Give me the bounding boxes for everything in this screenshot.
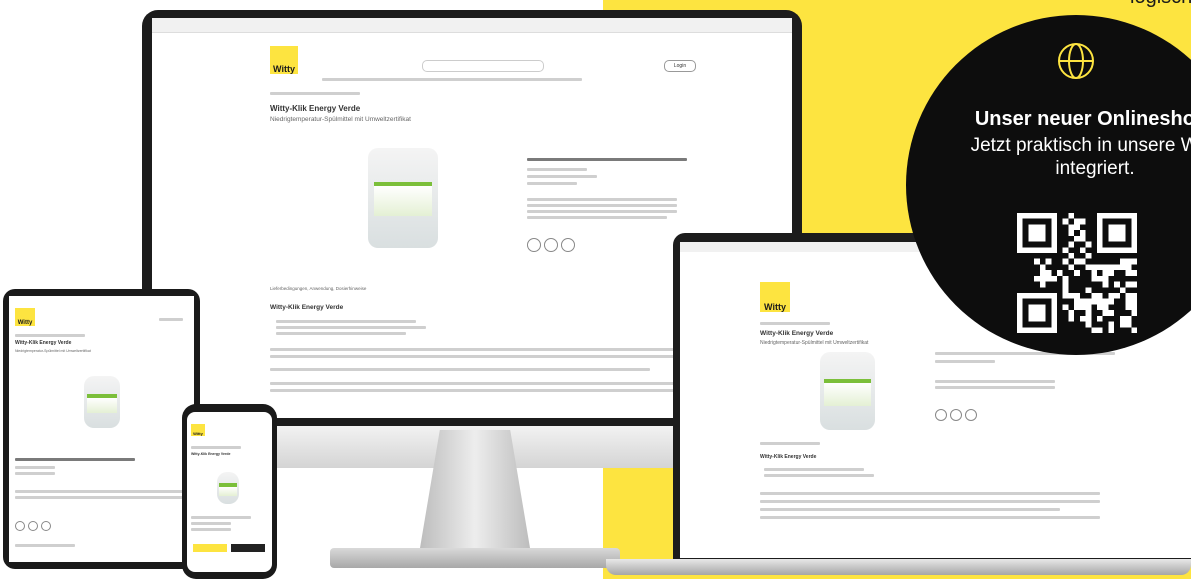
request-button[interactable] (231, 544, 265, 552)
hazard-icons (527, 238, 578, 257)
browser-toolbar (152, 18, 792, 33)
description-line (191, 516, 251, 519)
hazard-icons (935, 408, 980, 426)
login-button[interactable]: Login (664, 60, 696, 72)
bullet-line (764, 468, 864, 471)
product-image (84, 376, 120, 428)
body-line (270, 368, 650, 371)
body-line (760, 492, 1100, 495)
site-logo[interactable]: Witty (270, 46, 298, 74)
body-line (760, 500, 1100, 503)
product-image (368, 148, 438, 248)
spec-line (527, 168, 587, 171)
bullet-line (276, 320, 416, 323)
spec-heading (15, 458, 135, 461)
page-title: Witty-Klik Energy Verde (270, 104, 361, 113)
breadcrumb (270, 92, 360, 95)
qr-code-icon[interactable] (1017, 213, 1137, 333)
section-title: Witty-Klik Energy Verde (270, 304, 344, 311)
site-logo[interactable]: Witty (191, 424, 205, 436)
breadcrumb (15, 334, 85, 337)
bullet-line (764, 474, 874, 477)
breadcrumb (760, 322, 830, 325)
spec-line (527, 175, 597, 178)
tab-bar[interactable] (15, 544, 75, 547)
spec-line (15, 472, 55, 475)
body-line (760, 516, 1100, 519)
spec-line (527, 182, 577, 185)
description-line (935, 386, 1055, 389)
hazard-icons (15, 518, 54, 536)
spec-heading (527, 158, 687, 161)
bullet-line (276, 332, 406, 335)
site-logo[interactable]: Witty (760, 282, 790, 312)
badge-subtitle: Jetzt praktisch in unsere Web integriert… (970, 135, 1191, 179)
page-subtitle: Niedrigtemperatur-Spülmittel mit Umweltz… (15, 349, 91, 353)
page-subtitle: Niedrigtemperatur-Spülmittel mit Umweltz… (270, 116, 411, 123)
description-line (935, 380, 1055, 383)
badge-title: Unser neuer Onlineshop (974, 108, 1191, 130)
description-line (15, 490, 185, 493)
product-image (217, 472, 239, 504)
section-title: Witty-Klik Energy Verde (760, 454, 817, 460)
body-line (270, 348, 690, 351)
spec-line (15, 466, 55, 469)
spec-line (935, 360, 995, 363)
search-input[interactable] (422, 60, 544, 72)
body-line (270, 382, 690, 385)
login-button[interactable] (159, 318, 183, 321)
tab-bar[interactable] (760, 442, 820, 445)
description-line (527, 204, 677, 207)
bullet-line (276, 326, 426, 329)
tab-bar[interactable]: Lieferbedingungen, Anwendung, Dosierhinw… (270, 286, 366, 291)
body-line (760, 508, 1060, 511)
body-line (270, 355, 690, 358)
laptop-base (606, 559, 1191, 575)
site-logo[interactable]: Witty (15, 308, 35, 326)
product-image (820, 352, 875, 430)
breadcrumb (191, 446, 241, 449)
description-line (15, 496, 185, 499)
description-line (191, 528, 231, 531)
monitor-stand-base (330, 548, 620, 568)
page-title: Witty-Klik Energy Verde (191, 452, 231, 456)
tablet-screen: Witty Witty-Klik Energy Verde Niedrigtem… (9, 296, 194, 562)
description-line (191, 522, 231, 525)
body-line (270, 389, 690, 392)
phone-screen: Witty Witty-Klik Energy Verde (187, 412, 272, 572)
description-line (527, 210, 677, 213)
main-nav (322, 78, 582, 81)
globe-icon (1058, 43, 1094, 79)
wall-text-top: logisch (1130, 0, 1191, 9)
add-to-cart-button[interactable] (193, 544, 227, 552)
page-title: Witty-Klik Energy Verde (15, 340, 72, 346)
page-subtitle: Niedrigtemperatur-Spülmittel mit Umweltz… (760, 340, 869, 346)
page-title: Witty-Klik Energy Verde (760, 330, 834, 337)
description-line (527, 198, 677, 201)
description-line (527, 216, 667, 219)
